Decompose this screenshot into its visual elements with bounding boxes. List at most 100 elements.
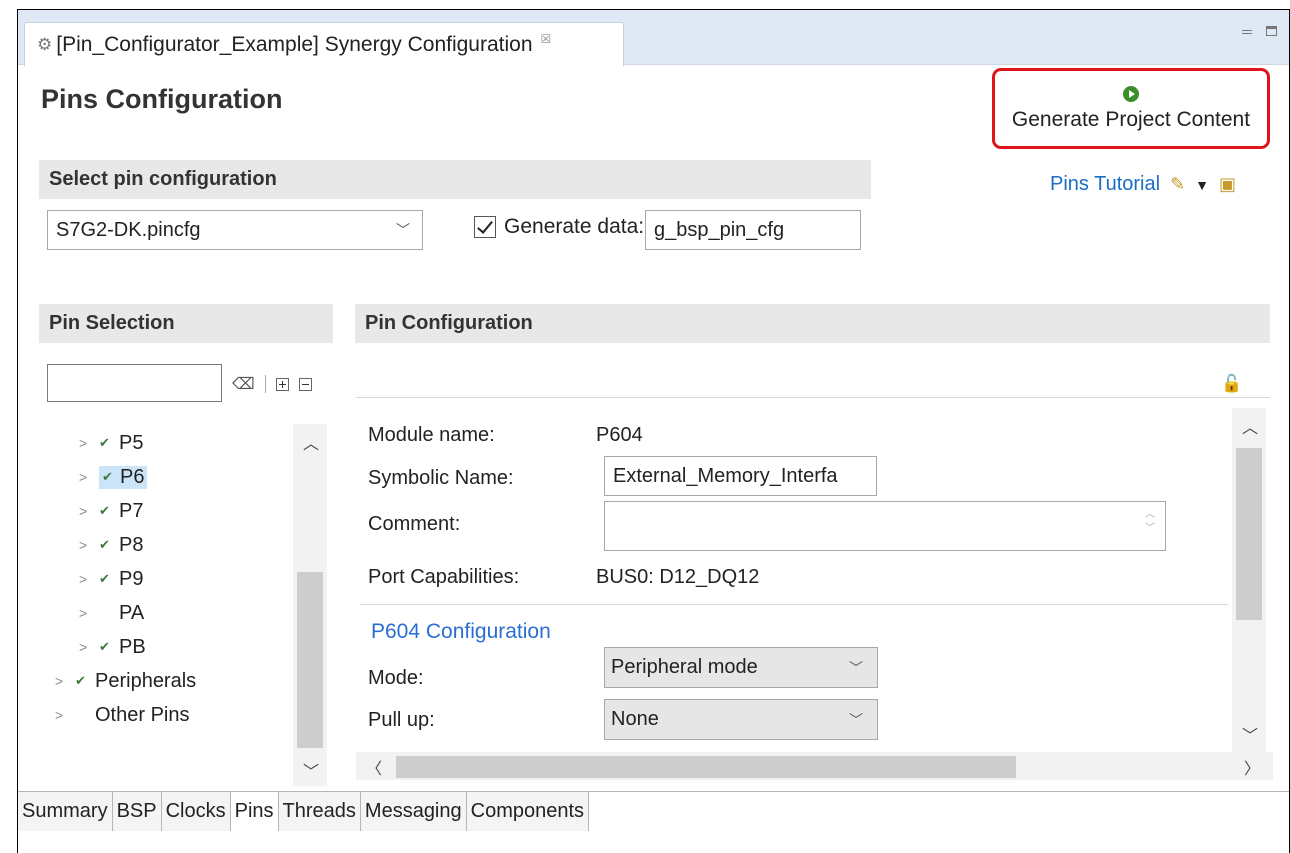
port-capabilities-value: BUS0: D12_DQ12	[596, 566, 760, 588]
tree-scroll-thumb[interactable]	[297, 572, 323, 748]
tree-item[interactable]: > Other Pins	[55, 698, 189, 732]
pull-up-select[interactable]: None ﹀	[604, 699, 878, 740]
generate-data-checkbox[interactable]	[474, 216, 496, 238]
gear-icon: ⚙	[37, 34, 53, 54]
expand-arrow-icon[interactable]: >	[79, 503, 99, 519]
select-pin-config-header: Select pin configuration	[39, 160, 871, 199]
editor-tab-strip: ⚙ [Pin_Configurator_Example] Synergy Con…	[18, 10, 1289, 66]
pull-up-label: Pull up:	[368, 709, 435, 731]
dropdown-arrow-icon[interactable]: ▼	[1195, 177, 1209, 193]
window-controls	[1242, 26, 1277, 36]
tree-item-label: P7	[119, 499, 144, 522]
editor-tab[interactable]: ⚙ [Pin_Configurator_Example] Synergy Con…	[24, 22, 624, 66]
scroll-left-icon[interactable]: 〈	[366, 755, 382, 779]
comment-textarea[interactable]: ︿ ﹀	[604, 501, 1166, 551]
expand-arrow-icon[interactable]: >	[79, 605, 99, 621]
tab-pins[interactable]: Pins	[230, 792, 279, 831]
symbolic-name-input[interactable]: External_Memory_Interfa	[604, 456, 877, 496]
tree-item[interactable]: > ✔ Peripherals	[55, 664, 196, 698]
check-icon: ✔	[99, 571, 110, 586]
tree-item[interactable]: > ✔ P6	[79, 460, 148, 494]
generate-project-content-button[interactable]: Generate Project Content	[992, 68, 1270, 149]
check-icon: ✔	[99, 639, 110, 654]
tree-item-label: P9	[119, 567, 144, 590]
toolbar-separator	[264, 375, 266, 393]
expand-arrow-icon[interactable]: >	[79, 435, 99, 451]
tree-scrollbar[interactable]: ︿ ﹀	[293, 424, 327, 786]
comment-label: Comment:	[368, 513, 461, 535]
chevron-down-icon: ﹀	[849, 659, 863, 676]
p604-configuration-title[interactable]: P604 Configuration	[371, 620, 551, 644]
config-hscroll-thumb[interactable]	[396, 756, 1016, 778]
spinner-icon[interactable]: ︿ ﹀	[1145, 508, 1155, 536]
scroll-down-icon[interactable]: ﹀	[303, 758, 319, 782]
scroll-down-icon[interactable]: ﹀	[1242, 722, 1258, 746]
tree-item[interactable]: > PA	[79, 596, 144, 630]
scroll-up-icon[interactable]: ︿	[1242, 414, 1258, 438]
tab-summary[interactable]: Summary	[18, 792, 113, 831]
page-title: Pins Configuration	[41, 84, 283, 114]
tab-messaging[interactable]: Messaging	[360, 792, 467, 831]
check-icon: ✔	[99, 435, 110, 450]
bottom-tabs: Summary BSP Clocks Pins Threads Messagin…	[18, 791, 1289, 831]
mode-label: Mode:	[368, 667, 424, 689]
tree-item-label: Other Pins	[95, 703, 190, 726]
tree-item-label: PB	[119, 635, 146, 658]
tree-item-label: P8	[119, 533, 144, 556]
config-scrollbar[interactable]: ︿ ﹀	[1232, 408, 1266, 752]
symbolic-name-value: External_Memory_Interfa	[613, 464, 838, 487]
scroll-right-icon[interactable]: 〉	[1244, 755, 1260, 779]
expand-arrow-icon[interactable]: >	[55, 707, 75, 723]
tree-item-label: PA	[119, 601, 145, 624]
expand-all-icon[interactable]	[275, 377, 289, 391]
editor-frame: ⚙ [Pin_Configurator_Example] Synergy Con…	[17, 9, 1290, 853]
tree-item[interactable]: > ✔ P5	[79, 426, 143, 460]
tab-clocks[interactable]: Clocks	[161, 792, 231, 831]
run-icon	[1123, 85, 1139, 102]
pins-tutorial-link[interactable]: Pins Tutorial	[1050, 173, 1160, 196]
scroll-up-icon[interactable]: ︿	[303, 430, 319, 454]
tree-item-label-wrap: ✔ P6	[99, 465, 148, 489]
config-scroll-thumb[interactable]	[1236, 448, 1262, 620]
expand-arrow-icon[interactable]: >	[55, 673, 75, 689]
generate-data-row: Generate data:	[474, 215, 644, 239]
tree-item[interactable]: > ✔ P9	[79, 562, 143, 596]
check-icon: ✔	[102, 469, 113, 484]
generate-data-input[interactable]: g_bsp_pin_cfg	[645, 210, 861, 250]
mode-select[interactable]: Peripheral mode ﹀	[604, 647, 878, 688]
tab-bsp[interactable]: BSP	[112, 792, 162, 831]
lock-icon[interactable]: 🔓	[1221, 374, 1242, 394]
config-hscrollbar[interactable]: 〈 〉	[356, 752, 1273, 780]
wizard-icon[interactable]: ✎	[1170, 174, 1185, 195]
collapse-all-icon[interactable]	[298, 377, 312, 391]
tree-toolbar: ⌫	[232, 374, 312, 394]
pin-selection-header: Pin Selection	[39, 304, 333, 343]
editor-tab-title: [Pin_Configurator_Example] Synergy Confi…	[56, 32, 533, 56]
generate-data-value: g_bsp_pin_cfg	[654, 218, 785, 241]
minimize-icon[interactable]	[1242, 30, 1252, 34]
mode-value: Peripheral mode	[611, 656, 758, 678]
tree-item[interactable]: > ✔ P8	[79, 528, 143, 562]
tree-item-label: P6	[120, 465, 145, 488]
expand-arrow-icon[interactable]: >	[79, 571, 99, 587]
pin-tree: > ✔ P5 > ✔ P6 > ✔ P7 > ✔ P8 > ✔ P9 > PA	[47, 420, 322, 788]
clear-filter-icon[interactable]: ⌫	[232, 374, 255, 394]
pin-filter-input[interactable]	[47, 364, 222, 402]
expand-arrow-icon[interactable]: >	[79, 537, 99, 553]
expand-arrow-icon[interactable]: >	[79, 639, 99, 655]
tab-threads[interactable]: Threads	[278, 792, 361, 831]
pin-configuration-header: Pin Configuration	[355, 304, 1270, 343]
check-icon: ✔	[75, 673, 86, 688]
divider	[360, 604, 1228, 605]
tab-components[interactable]: Components	[466, 792, 590, 831]
close-icon[interactable]: ☒	[541, 32, 552, 46]
expand-arrow-icon[interactable]: >	[79, 469, 99, 485]
tree-item-label: P5	[119, 431, 144, 454]
tree-item[interactable]: > ✔ PB	[79, 630, 146, 664]
generate-data-label: Generate data:	[504, 215, 645, 238]
pin-config-file-select[interactable]: S7G2-DK.pincfg ﹀	[47, 210, 423, 250]
pull-up-value: None	[611, 708, 659, 730]
maximize-icon[interactable]	[1266, 26, 1277, 36]
tree-item[interactable]: > ✔ P7	[79, 494, 143, 528]
export-icon[interactable]: ▣	[1219, 174, 1236, 195]
